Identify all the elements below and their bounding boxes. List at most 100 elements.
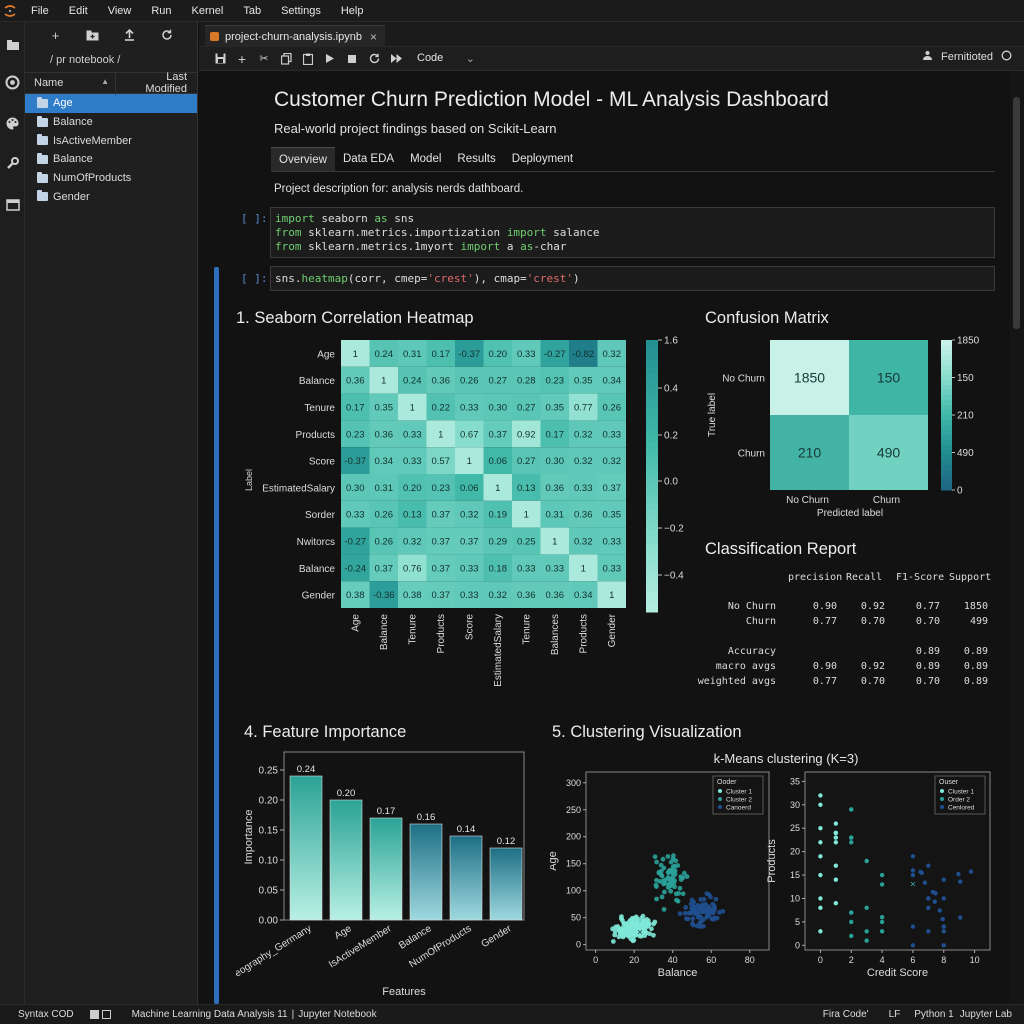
scrollbar-thumb[interactable] [1013, 97, 1020, 329]
status-font[interactable]: Fira Code' [823, 1009, 869, 1020]
heatmap-cell-label: 0.37 [432, 563, 451, 574]
tab-model[interactable]: Model [402, 147, 449, 171]
heatmap-cell-label: 0.34 [574, 590, 593, 601]
colorbar-segment [941, 460, 952, 466]
menu-view[interactable]: View [97, 5, 141, 17]
upload-icon[interactable] [122, 27, 138, 43]
column-last-modified[interactable]: Last Modified [115, 71, 197, 95]
tab-notebook[interactable]: project-churn-analysis.ipynb × [205, 25, 385, 47]
report-cell: 0.90 [812, 661, 837, 672]
scatter-point [926, 929, 931, 934]
bar [289, 775, 323, 921]
x-tick-label: 60 [706, 955, 716, 965]
copy-icon[interactable] [275, 49, 297, 69]
folder-icon[interactable] [4, 36, 21, 53]
tab-deployment[interactable]: Deployment [504, 147, 581, 171]
scatter-point [937, 908, 942, 913]
terminal-icon[interactable] [89, 1010, 99, 1019]
clustering-chart: k-Means clustering (K=3)0 20 40 60 800501001… [550, 751, 991, 979]
insert-cell-icon[interactable]: + [231, 49, 253, 69]
tab-results[interactable]: Results [449, 147, 503, 171]
colorbar-segment [941, 350, 952, 356]
scatter-point [918, 869, 923, 875]
file-list-item[interactable]: Gender [25, 187, 197, 206]
tabs-icon[interactable] [4, 196, 21, 213]
heatmap-cell-label: 0.23 [546, 376, 565, 387]
scatter-point [957, 915, 963, 920]
code-token: 'crest' [427, 272, 474, 285]
file-list-item[interactable]: Balance [25, 150, 197, 169]
close-icon[interactable]: × [370, 30, 377, 44]
menu-kernel[interactable]: Kernel [181, 5, 233, 17]
menu-run[interactable]: Run [140, 5, 180, 17]
file-list-item[interactable]: NumOfProducts [25, 169, 197, 188]
legend-label: Cluster 2 [726, 797, 752, 804]
column-name[interactable]: Name ▲ [25, 77, 115, 89]
scatter-point [610, 939, 616, 944]
code-cell-imports[interactable]: import seaborn as sns from sklearn.metric… [270, 207, 995, 258]
colorbar-segment [941, 345, 952, 351]
status-mode[interactable]: Syntax COD [18, 1009, 74, 1020]
new-folder-icon[interactable] [85, 27, 101, 43]
new-launcher-icon[interactable]: + [48, 27, 64, 43]
heatmap-cell-label: 0.36 [432, 376, 451, 387]
colorbar-segment [941, 435, 952, 441]
chevron-down-icon: ⌄ [465, 53, 475, 65]
file-list-item[interactable]: IsActiveMember [25, 131, 197, 150]
menu-edit[interactable]: Edit [58, 5, 97, 17]
y-tick-label: 0.15 [259, 826, 279, 837]
settings-icon[interactable] [101, 1010, 111, 1019]
scatter-point [690, 922, 696, 928]
file-list-item[interactable]: Balance [25, 113, 197, 132]
heatmap-cell-label: 0.29 [489, 537, 508, 548]
colorbar-segment [646, 428, 658, 436]
file-browser-toolbar: + [25, 22, 197, 48]
run-icon[interactable] [319, 49, 341, 69]
restart-icon[interactable] [363, 49, 385, 69]
code-cell-heatmap[interactable]: sns.heatmap(corr, cmep='crest'), cmap='c… [270, 266, 995, 291]
status-eol[interactable]: LF [889, 1009, 901, 1020]
status-kernel[interactable]: Python 1 [914, 1009, 953, 1020]
scatter-point [676, 891, 682, 896]
colorbar-tick-label: 0.4 [664, 384, 678, 395]
menu-settings[interactable]: Settings [270, 5, 330, 17]
menu-tab[interactable]: Tab [232, 5, 270, 17]
heatmap-cell-label: 0.23 [432, 483, 451, 494]
centroid-marker: × [637, 928, 643, 939]
folder-icon [37, 171, 48, 183]
colorbar-segment [646, 414, 658, 423]
wrench-icon[interactable] [4, 155, 21, 172]
paste-icon[interactable] [297, 49, 319, 69]
running-icon[interactable] [4, 74, 21, 91]
colorbar-segment [941, 455, 952, 461]
scatter-point [833, 821, 839, 826]
scatter-point [941, 877, 946, 882]
menu-help[interactable]: Help [330, 5, 373, 17]
cut-icon[interactable]: ✂ [253, 49, 275, 69]
code-token: sns. [275, 272, 302, 285]
file-list-item[interactable]: Age [25, 94, 197, 113]
scatter-point [659, 894, 665, 900]
y-tick-label: 250 [566, 805, 581, 815]
save-icon[interactable] [209, 49, 231, 69]
folder-icon [37, 115, 48, 127]
palette-icon[interactable] [4, 115, 21, 132]
tab-data-eda[interactable]: Data EDA [335, 147, 402, 171]
colorbar-segment [646, 455, 658, 463]
code-token: from [275, 240, 302, 253]
menu-file[interactable]: File [20, 5, 58, 17]
scatter-point [910, 854, 916, 859]
heatmap-cell-label: 0.33 [517, 563, 536, 574]
colorbar-segment [941, 440, 952, 446]
scatter-point [926, 896, 931, 901]
cell-type-select[interactable]: Code ⌄ [417, 52, 477, 65]
bar-data-label: 0.12 [497, 836, 516, 847]
kernel-status-text[interactable]: Fernitioted [941, 51, 993, 63]
breadcrumb[interactable]: / pr notebook / [25, 48, 197, 72]
stop-icon[interactable] [341, 49, 363, 69]
notebook-scrollbar[interactable] [1010, 71, 1024, 1004]
fast-forward-icon[interactable] [385, 49, 407, 69]
tab-overview[interactable]: Overview [271, 147, 335, 171]
colorbar-segment [941, 465, 952, 471]
refresh-icon[interactable] [159, 27, 175, 43]
